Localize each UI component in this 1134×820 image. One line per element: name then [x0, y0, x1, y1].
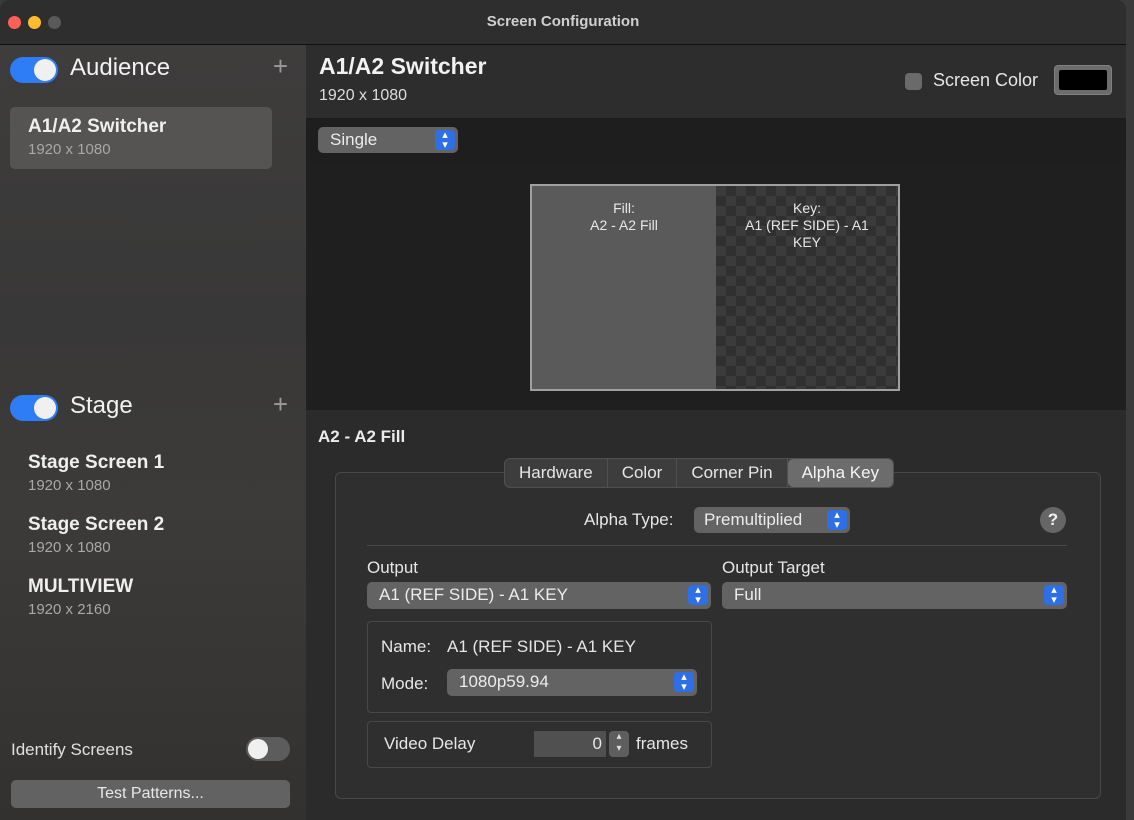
- sidebar-item-stage-screen-2[interactable]: Stage Screen 2 1920 x 1080: [10, 505, 272, 567]
- video-delay-input[interactable]: 0: [534, 731, 606, 757]
- test-patterns-button[interactable]: Test Patterns...: [11, 780, 290, 808]
- screen-preview[interactable]: Fill: A2 - A2 Fill Key: A1 (REF SIDE) - …: [530, 184, 900, 391]
- selected-output-title: A2 - A2 Fill: [318, 427, 406, 446]
- chevron-updown-icon: ▴ ▾: [674, 672, 694, 693]
- screen-resolution: 1920 x 1080: [28, 141, 111, 158]
- screen-configuration-window: Screen Configuration Audience + A1/A2 Sw…: [0, 0, 1126, 820]
- name-label: Name:: [381, 637, 432, 656]
- audience-section-header: Audience +: [10, 51, 296, 85]
- screen-resolution: 1920 x 2160: [28, 601, 111, 618]
- alpha-type-select[interactable]: Premultiplied ▴ ▾: [694, 507, 850, 533]
- mode-value: 1080p59.94: [459, 672, 549, 691]
- alpha-type-label: Alpha Type:: [584, 510, 674, 529]
- audience-toggle[interactable]: [10, 57, 58, 83]
- layout-bar: Single ▴ ▾: [306, 119, 1126, 162]
- mode-select[interactable]: 1080p59.94 ▴ ▾: [447, 669, 697, 696]
- output-target-label: Output Target: [722, 558, 825, 577]
- chevron-updown-icon: ▴ ▾: [688, 585, 708, 606]
- output-target-value: Full: [734, 585, 762, 604]
- screen-resolution: 1920 x 1080: [319, 87, 408, 104]
- toggle-knob: [34, 59, 56, 81]
- screen-color-label: Screen Color: [933, 70, 1039, 90]
- main-panel: A1/A2 Switcher 1920 x 1080 Screen Color …: [306, 45, 1126, 820]
- sidebar: Audience + A1/A2 Switcher 1920 x 1080 St…: [0, 45, 306, 820]
- key-preview: Key: A1 (REF SIDE) - A1 KEY: [716, 186, 898, 389]
- chevron-updown-icon: ▴ ▾: [1044, 585, 1064, 606]
- screen-name: Stage Screen 2: [28, 514, 165, 535]
- sidebar-item-stage-screen-1[interactable]: Stage Screen 1 1920 x 1080: [10, 443, 272, 505]
- chevron-updown-icon: ▴ ▾: [827, 510, 847, 531]
- stage-toggle[interactable]: [10, 395, 58, 421]
- screen-name: A1/A2 Switcher: [28, 116, 167, 137]
- output-target-select[interactable]: Full ▴ ▾: [722, 582, 1067, 609]
- video-delay-label: Video Delay: [384, 734, 476, 753]
- tab-corner-pin[interactable]: Corner Pin: [677, 459, 788, 487]
- mode-label: Mode:: [381, 674, 429, 693]
- fill-label: Fill:: [613, 200, 635, 216]
- divider: [367, 545, 1067, 546]
- output-select[interactable]: A1 (REF SIDE) - A1 KEY ▴ ▾: [367, 582, 711, 609]
- toggle-knob: [34, 397, 56, 419]
- tab-alpha-key[interactable]: Alpha Key: [787, 459, 894, 487]
- chevron-updown-icon: ▴ ▾: [435, 130, 455, 151]
- stage-section-title: Stage: [70, 392, 133, 419]
- key-source: A1 (REF SIDE) - A1 KEY: [745, 217, 869, 250]
- toggle-knob: [248, 739, 268, 759]
- settings-tabs: Hardware Color Corner Pin Alpha Key: [504, 458, 895, 488]
- add-audience-screen-button[interactable]: +: [273, 51, 288, 82]
- name-value: A1 (REF SIDE) - A1 KEY: [447, 637, 636, 656]
- tab-color[interactable]: Color: [608, 459, 678, 487]
- layout-mode-select[interactable]: Single ▴ ▾: [318, 127, 458, 153]
- window-title: Screen Configuration: [486, 13, 640, 30]
- output-details-box: [367, 621, 712, 713]
- screen-color-checkbox[interactable]: [905, 73, 922, 90]
- title-bar: Screen Configuration: [0, 0, 1126, 45]
- layout-mode-value: Single: [330, 130, 378, 149]
- video-delay-stepper[interactable]: ▴ ▾: [609, 731, 629, 757]
- alpha-type-value: Premultiplied: [704, 510, 803, 529]
- output-label: Output: [367, 558, 419, 577]
- screen-title: A1/A2 Switcher: [319, 53, 487, 79]
- output-value: A1 (REF SIDE) - A1 KEY: [379, 585, 568, 604]
- key-label: Key:: [792, 200, 821, 216]
- sidebar-item-multiview[interactable]: MULTIVIEW 1920 x 2160: [10, 567, 272, 629]
- add-stage-screen-button[interactable]: +: [273, 389, 288, 420]
- identify-screens-label: Identify Screens: [11, 740, 133, 759]
- identify-screens-toggle[interactable]: [246, 737, 290, 761]
- fill-preview: Fill: A2 - A2 Fill: [532, 186, 716, 389]
- stage-section-header: Stage +: [10, 389, 296, 423]
- screen-name: Stage Screen 1: [28, 452, 165, 473]
- video-delay-unit: frames: [636, 734, 688, 753]
- screen-name: MULTIVIEW: [28, 576, 134, 597]
- color-swatch: [1059, 70, 1107, 90]
- help-button[interactable]: ?: [1040, 507, 1066, 533]
- sidebar-item-a1-a2-switcher[interactable]: A1/A2 Switcher 1920 x 1080: [10, 107, 272, 169]
- screen-preview-area: Fill: A2 - A2 Fill Key: A1 (REF SIDE) - …: [306, 162, 1126, 410]
- audience-section-title: Audience: [70, 54, 171, 81]
- screen-resolution: 1920 x 1080: [28, 477, 111, 494]
- fill-source: A2 - A2 Fill: [590, 217, 658, 233]
- screen-header: A1/A2 Switcher 1920 x 1080 Screen Color: [306, 45, 1126, 119]
- tab-hardware[interactable]: Hardware: [505, 459, 608, 487]
- screen-color-well[interactable]: [1054, 65, 1112, 95]
- screen-resolution: 1920 x 1080: [28, 539, 111, 556]
